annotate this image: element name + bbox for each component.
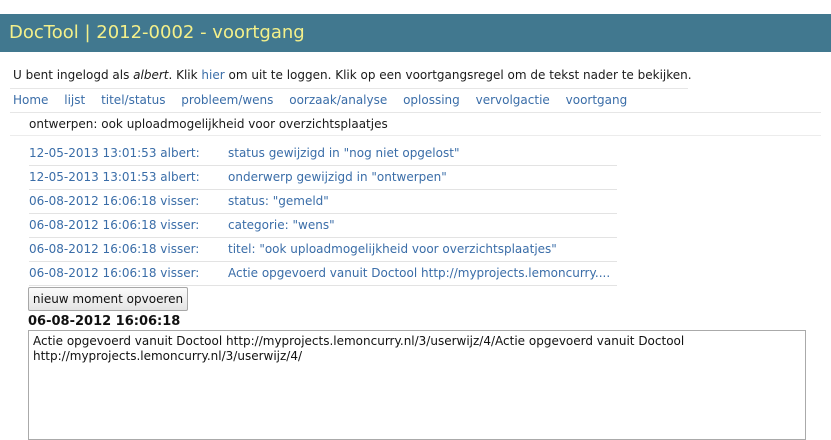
log-author[interactable]: 12-05-2013 13:01:53 albert: <box>29 170 200 184</box>
progress-log: 12-05-2013 13:01:53 albert: status gewij… <box>29 142 617 286</box>
nav-vervolgactie[interactable]: vervolgactie <box>476 93 550 107</box>
nav-home[interactable]: Home <box>13 93 48 107</box>
log-row[interactable]: 06-08-2012 16:06:18 visser: status: "gem… <box>29 190 617 214</box>
nav-oorzaak-analyse[interactable]: oorzaak/analyse <box>289 93 387 107</box>
log-author[interactable]: 06-08-2012 16:06:18 visser: <box>29 194 199 208</box>
new-moment-button[interactable]: nieuw moment opvoeren <box>28 287 188 311</box>
title-bar: DocTool | 2012-0002 - voortgang <box>0 14 831 52</box>
nav-oplossing[interactable]: oplossing <box>403 93 460 107</box>
log-message[interactable]: onderwerp gewijzigd in "ontwerpen" <box>228 170 447 184</box>
nav-bar: Home lijst titel/status probleem/wens oo… <box>13 93 639 107</box>
login-user: albert <box>133 68 169 82</box>
log-message[interactable]: categorie: "wens" <box>228 218 335 232</box>
logout-link[interactable]: hier <box>201 68 224 82</box>
log-row[interactable]: 06-08-2012 16:06:18 visser: titel: "ook … <box>29 238 617 262</box>
log-message[interactable]: titel: "ook uploadmogelijkheid voor over… <box>228 242 557 256</box>
log-author[interactable]: 12-05-2013 13:01:53 albert: <box>29 146 200 160</box>
divider <box>10 112 821 113</box>
log-row[interactable]: 12-05-2013 13:01:53 albert: onderwerp ge… <box>29 166 617 190</box>
log-author[interactable]: 06-08-2012 16:06:18 visser: <box>29 218 199 232</box>
detail-textarea[interactable]: Actie opgevoerd vanuit Doctool http://my… <box>28 330 806 440</box>
divider <box>10 88 688 89</box>
nav-voortgang[interactable]: voortgang <box>566 93 628 107</box>
login-prefix: U bent ingelogd als <box>13 68 134 82</box>
detail-timestamp: 06-08-2012 16:06:18 <box>28 314 181 329</box>
log-row[interactable]: 12-05-2013 13:01:53 albert: status gewij… <box>29 142 617 166</box>
divider <box>10 135 821 136</box>
log-row[interactable]: 06-08-2012 16:06:18 visser: Actie opgevo… <box>29 262 617 286</box>
login-info: U bent ingelogd als albert. Klik hier om… <box>13 68 692 82</box>
login-suffix: om uit te loggen. Klik op een voortgangs… <box>224 68 692 82</box>
log-message[interactable]: status gewijzigd in "nog niet opgelost" <box>228 146 459 160</box>
item-subject: ontwerpen: ook uploadmogelijkheid voor o… <box>29 117 388 131</box>
nav-lijst[interactable]: lijst <box>64 93 85 107</box>
page-title: DocTool | 2012-0002 - voortgang <box>9 22 305 43</box>
nav-titel-status[interactable]: titel/status <box>101 93 165 107</box>
log-message[interactable]: status: "gemeld" <box>228 194 329 208</box>
login-mid: . Klik <box>168 68 202 82</box>
log-author[interactable]: 06-08-2012 16:06:18 visser: <box>29 242 199 256</box>
log-message[interactable]: Actie opgevoerd vanuit Doctool http://my… <box>228 266 610 280</box>
log-row[interactable]: 06-08-2012 16:06:18 visser: categorie: "… <box>29 214 617 238</box>
log-author[interactable]: 06-08-2012 16:06:18 visser: <box>29 266 199 280</box>
nav-probleem-wens[interactable]: probleem/wens <box>181 93 273 107</box>
